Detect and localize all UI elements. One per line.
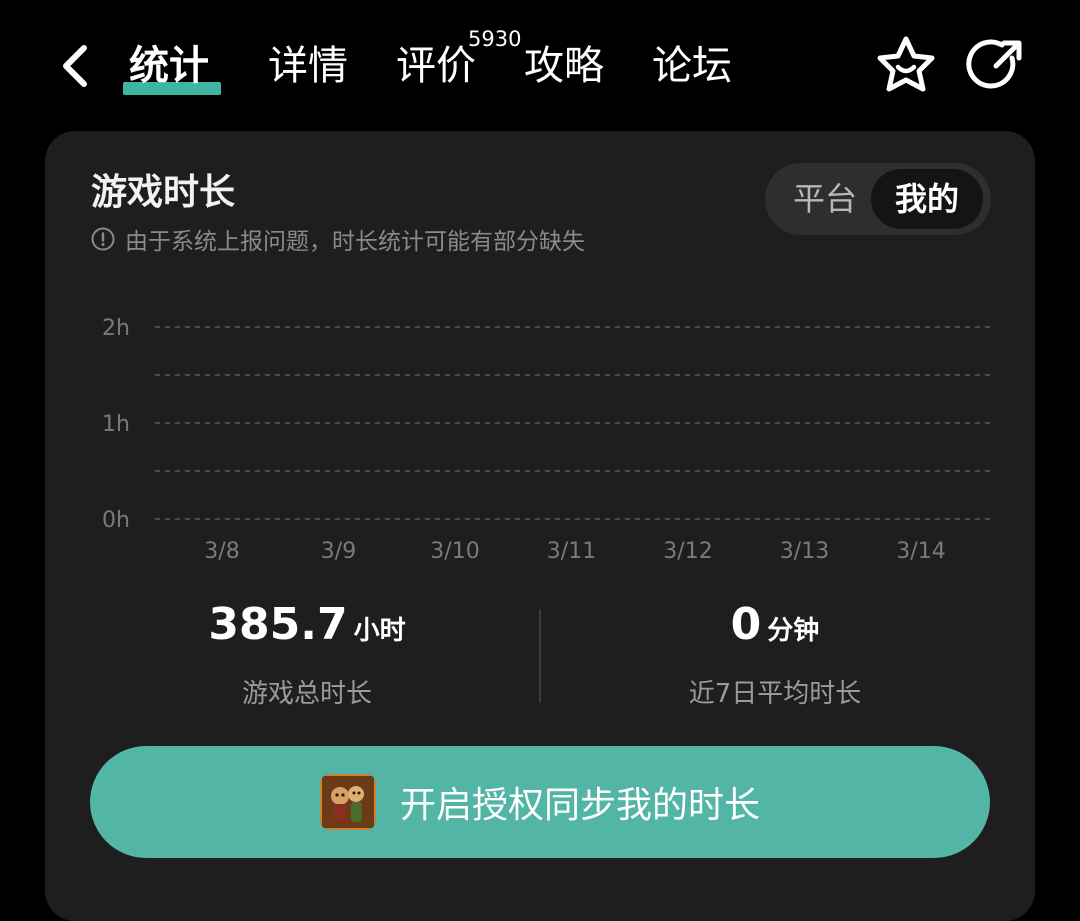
tab-reviews[interactable]: 评价 <box>396 40 476 92</box>
share-icon <box>966 39 1022 89</box>
play-time-chart: 0h 1h 2h 3/8 3/9 3/10 3/11 3/12 3/13 3/14 <box>102 316 990 564</box>
recent-average-unit: 分钟 <box>767 616 820 646</box>
chart-y-tick-label: 0h <box>102 508 130 533</box>
recent-average-value: 0 <box>730 599 762 650</box>
chart-x-tick-label: 3/10 <box>430 539 479 564</box>
chart-x-tick-label: 3/12 <box>663 539 712 564</box>
total-play-time-unit: 小时 <box>353 616 406 646</box>
recent-average-time: 0 分钟 近7日平均时长 <box>585 597 965 710</box>
favorite-button[interactable] <box>874 34 938 94</box>
chart-y-tick-label: 1h <box>102 412 130 437</box>
share-button[interactable] <box>966 36 1026 96</box>
review-count-badge: 5930 <box>468 27 522 51</box>
top-nav: 统计 详情 评价 5930 攻略 论坛 <box>0 0 1080 120</box>
chart-x-tick-label: 3/14 <box>896 539 945 564</box>
tab-details[interactable]: 详情 <box>268 40 348 92</box>
tab-guides[interactable]: 攻略 <box>524 40 604 92</box>
total-play-time: 385.7 小时 游戏总时长 <box>117 597 497 710</box>
game-app-icon <box>319 774 376 830</box>
tab-forum[interactable]: 论坛 <box>652 40 732 92</box>
chart-x-tick-label: 3/9 <box>321 539 356 564</box>
chart-y-tick-label: 2h <box>102 316 130 341</box>
chart-x-tick-label: 3/8 <box>204 539 239 564</box>
recent-average-label: 近7日平均时长 <box>688 679 862 709</box>
tab-stats[interactable]: 统计 <box>129 40 209 92</box>
stats-divider <box>539 609 541 703</box>
chart-x-tick-label: 3/13 <box>780 539 829 564</box>
chart-x-tick-label: 3/11 <box>547 539 596 564</box>
total-play-time-label: 游戏总时长 <box>241 679 372 709</box>
sync-button-label: 开启授权同步我的时长 <box>399 785 760 826</box>
star-smile-icon <box>877 36 935 92</box>
chevron-left-icon <box>63 45 87 87</box>
sync-play-time-button[interactable]: 开启授权同步我的时长 <box>90 746 990 858</box>
total-play-time-value: 385.7 <box>208 599 348 650</box>
back-button[interactable] <box>56 40 96 92</box>
